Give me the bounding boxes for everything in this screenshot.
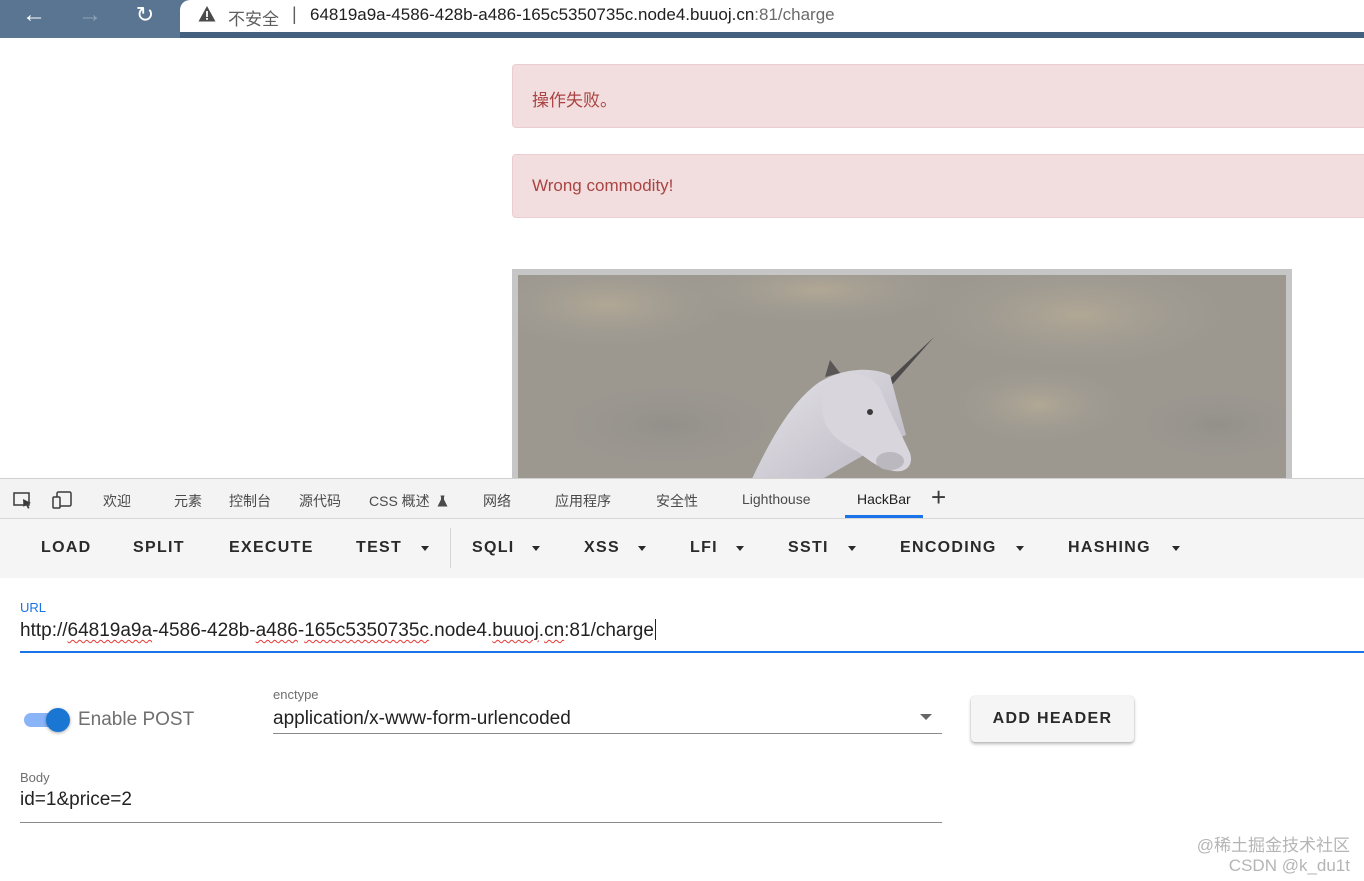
back-arrow-icon[interactable]: ←	[20, 3, 48, 27]
watermark-line-1: @稀土掘金技术社区	[1196, 836, 1350, 855]
tab-network[interactable]: 网络	[483, 491, 511, 511]
address-url[interactable]: 64819a9a-4586-428b-a486-165c5350735c.nod…	[310, 5, 835, 25]
address-separator: |	[292, 4, 297, 24]
url-part: a486	[255, 620, 298, 641]
load-button[interactable]: LOAD	[41, 539, 92, 557]
watermark: @稀土掘金技术社区 CSDN @k_du1t	[1197, 836, 1350, 876]
unicorn-image	[512, 269, 1292, 481]
url-part: .node4.	[428, 620, 493, 641]
url-part: buuoj	[492, 620, 539, 641]
body-field-label: Body	[20, 770, 50, 785]
test-caret-icon[interactable]	[421, 546, 429, 551]
enctype-select[interactable]: application/x-www-form-urlencoded	[273, 708, 571, 730]
hashing-caret-icon[interactable]	[1172, 546, 1180, 551]
error-alert-wrong-commodity: Wrong commodity!	[512, 154, 1364, 218]
sqli-menu-button[interactable]: SQLI	[472, 539, 515, 557]
execute-button[interactable]: EXECUTE	[229, 539, 314, 557]
encoding-caret-icon[interactable]	[1016, 546, 1024, 551]
device-emulation-icon[interactable]	[51, 490, 73, 510]
encoding-menu-button[interactable]: ENCODING	[900, 539, 997, 557]
enctype-underline	[273, 733, 942, 734]
error-alert-operation-failed: 操作失败。	[512, 64, 1364, 128]
xss-caret-icon[interactable]	[638, 546, 646, 551]
address-bar-shadow	[180, 32, 1364, 38]
tab-css-overview-label: CSS 概述	[369, 493, 430, 509]
url-part: cn	[544, 620, 565, 641]
url-field-label: URL	[20, 600, 47, 615]
address-bar[interactable]: 不安全 | 64819a9a-4586-428b-a486-165c535073…	[180, 0, 1364, 32]
lfi-menu-button[interactable]: LFI	[690, 539, 718, 557]
dropdown-arrow-icon[interactable]	[920, 714, 932, 720]
tab-application[interactable]: 应用程序	[555, 491, 611, 511]
lfi-caret-icon[interactable]	[736, 546, 744, 551]
experiment-flask-icon	[437, 495, 448, 507]
forward-arrow-icon[interactable]: →	[76, 3, 104, 27]
hackbar-toolbar: LOAD SPLIT EXECUTE TEST SQLI XSS LFI SST…	[0, 519, 1364, 578]
ssti-menu-button[interactable]: SSTI	[788, 539, 829, 557]
devtools-tab-strip: 欢迎 元素 控制台 源代码 CSS 概述 网络 应用程序 安全性 Lightho…	[0, 478, 1364, 519]
tab-css-overview[interactable]: CSS 概述	[369, 491, 448, 511]
url-part: 165c5350735c	[304, 620, 429, 641]
body-input[interactable]: id=1&price=2	[20, 789, 132, 811]
browser-toolbar: ← → ↻ 不安全 | 64819a9a-4586-428b-a486-165c…	[0, 0, 1364, 38]
reload-icon[interactable]: ↻	[131, 4, 159, 26]
url-part: 64819a9a	[67, 620, 153, 641]
toggle-knob	[46, 708, 70, 732]
tab-console[interactable]: 控制台	[229, 491, 271, 511]
tab-sources[interactable]: 源代码	[299, 491, 341, 511]
enable-post-toggle[interactable]	[22, 708, 70, 732]
xss-menu-button[interactable]: XSS	[584, 539, 620, 557]
unicorn-picture	[518, 275, 1286, 481]
warning-icon	[198, 6, 216, 22]
address-url-path: :81/charge	[754, 5, 835, 24]
split-button[interactable]: SPLIT	[133, 539, 185, 557]
sqli-caret-icon[interactable]	[532, 546, 540, 551]
url-part: -4586-428b-	[152, 620, 256, 641]
url-scheme: http://	[20, 620, 68, 641]
watermark-line-2: CSDN @k_du1t	[1228, 856, 1350, 875]
tab-welcome[interactable]: 欢迎	[103, 491, 131, 511]
add-tab-icon[interactable]: +	[931, 484, 946, 510]
toolbar-divider	[450, 528, 451, 568]
alert-text: Wrong commodity!	[532, 176, 674, 195]
test-menu-button[interactable]: TEST	[356, 539, 402, 557]
active-tab-indicator	[845, 515, 923, 518]
tab-security[interactable]: 安全性	[656, 491, 698, 511]
address-url-host: 64819a9a-4586-428b-a486-165c5350735c.nod…	[310, 5, 755, 24]
tab-lighthouse[interactable]: Lighthouse	[742, 491, 811, 507]
tab-hackbar[interactable]: HackBar	[857, 491, 911, 507]
tab-elements[interactable]: 元素	[174, 491, 202, 511]
url-input-underline	[20, 651, 1364, 653]
enctype-label: enctype	[273, 687, 319, 702]
text-cursor	[654, 619, 656, 640]
security-label[interactable]: 不安全	[228, 5, 279, 30]
hashing-menu-button[interactable]: HASHING	[1068, 539, 1151, 557]
body-input-underline	[20, 822, 942, 823]
add-header-button[interactable]: ADD HEADER	[971, 696, 1134, 742]
url-input[interactable]: http://64819a9a-4586-428b-a486-165c53507…	[20, 619, 656, 642]
url-part: :81/charge	[564, 620, 654, 641]
enable-post-label[interactable]: Enable POST	[78, 709, 194, 731]
ssti-caret-icon[interactable]	[848, 546, 856, 551]
inspect-element-icon[interactable]	[12, 490, 34, 510]
alert-text: 操作失败。	[532, 91, 617, 110]
